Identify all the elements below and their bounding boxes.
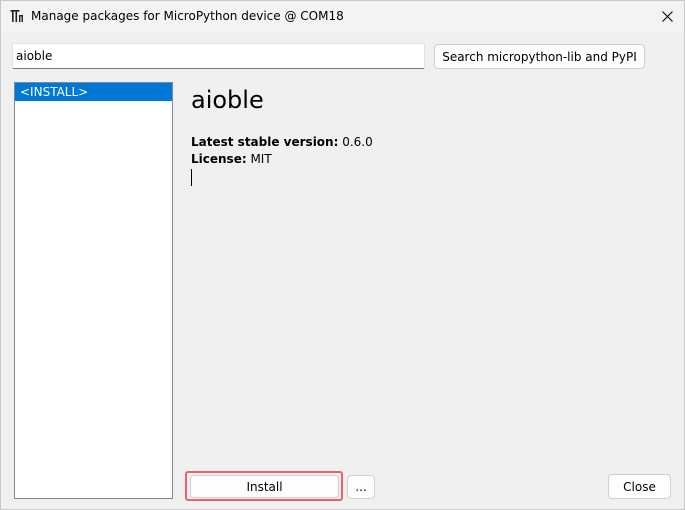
version-value: 0.6.0	[338, 135, 373, 149]
title-bar: Manage packages for MicroPython device @…	[1, 1, 684, 32]
text-caret	[191, 169, 192, 186]
version-row: Latest stable version: 0.6.0	[191, 134, 661, 151]
install-button[interactable]: Install	[190, 475, 339, 498]
version-label: Latest stable version:	[191, 135, 339, 149]
close-icon[interactable]	[656, 5, 678, 27]
search-button[interactable]: Search micropython-lib and PyPI	[434, 44, 645, 69]
package-manager-window: Manage packages for MicroPython device @…	[0, 0, 685, 510]
license-value: MIT	[246, 152, 272, 166]
search-input[interactable]	[12, 43, 425, 69]
license-row: License: MIT	[191, 151, 661, 168]
list-item-install[interactable]: <INSTALL>	[15, 83, 172, 101]
package-details: aioble Latest stable version: 0.6.0 Lice…	[191, 85, 661, 186]
package-name: aioble	[191, 86, 264, 114]
license-label: License:	[191, 152, 247, 166]
window-title: Manage packages for MicroPython device @…	[31, 9, 344, 23]
package-list[interactable]: <INSTALL>	[14, 82, 173, 499]
more-options-button[interactable]: ...	[347, 475, 375, 499]
close-button[interactable]: Close	[608, 474, 671, 499]
thonny-icon	[10, 10, 23, 22]
